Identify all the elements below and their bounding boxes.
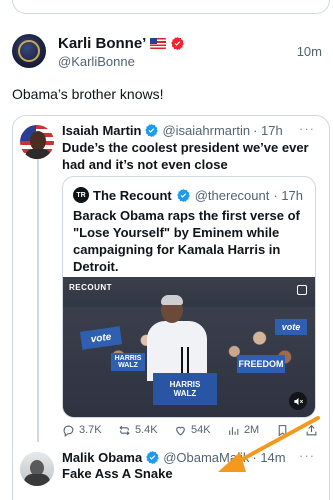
post-display-name-row[interactable]: Karli Bonne’ (58, 35, 185, 52)
inner-author-row: TR The Recount @therecount · 17h (73, 187, 303, 203)
inner-quoted-card[interactable]: TR The Recount @therecount · 17h Barack … (62, 176, 316, 418)
repost-button[interactable]: 5.4K (118, 424, 158, 437)
previous-card-border (12, 0, 330, 14)
reply-timestamp[interactable]: · 14m (252, 450, 285, 465)
video-sign-harris: HARRIS WALZ (111, 353, 145, 371)
post-handle[interactable]: @KarliBonne (58, 54, 135, 69)
action-bar: 3.7K 5.4K 54K 2M (62, 422, 318, 438)
views-count: 2M (243, 424, 260, 436)
bookmark-button[interactable] (276, 424, 289, 437)
reply-text: Fake Ass A Snake (62, 466, 173, 481)
video-sign-harris-line2: WALZ (118, 362, 138, 369)
verified-badge-icon (176, 188, 191, 203)
video-watermark: RECOUNT (69, 283, 113, 292)
post-author-row: Karli Bonne’ @KarliBonne 10m (12, 34, 322, 78)
share-icon (306, 424, 317, 435)
reply-button[interactable]: 3.7K (62, 424, 102, 437)
verified-badge-icon (170, 36, 185, 51)
video-sign-harris-line1: HARRIS (114, 355, 142, 362)
post-text: Obama’s brother knows! (12, 86, 164, 102)
avatar[interactable] (12, 34, 46, 68)
quoted-author-row: Isaiah Martin @isaiahrmartin · 17h (62, 123, 283, 138)
like-count: 54K (191, 424, 211, 436)
inner-handle[interactable]: @therecount (195, 188, 270, 203)
microphone-2 (187, 347, 189, 373)
previous-post-edge (0, 0, 333, 20)
quoted-avatar[interactable] (20, 125, 54, 159)
video-sign-vote-2: vote (275, 319, 307, 335)
verified-badge-icon (144, 123, 159, 138)
verified-badge-icon (145, 450, 160, 465)
quoted-display-name[interactable]: Isaiah Martin (62, 123, 141, 138)
recount-logo-icon[interactable]: TR (73, 187, 89, 203)
quoted-timestamp[interactable]: · 17h (253, 123, 283, 138)
like-button[interactable]: 54K (174, 424, 211, 437)
reply-avatar[interactable] (20, 452, 54, 486)
video-podium-sign: HARRIS WALZ (153, 373, 217, 405)
podium-line2: WALZ (173, 389, 197, 398)
quoted-handle[interactable]: @isaiahrmartin (162, 123, 250, 138)
post-display-name[interactable]: Karli Bonne’ (58, 35, 146, 52)
inner-display-name[interactable]: The Recount (93, 188, 172, 203)
video-player[interactable]: vote HARRIS WALZ vote FREEDOM HARRIS WAL… (63, 277, 315, 417)
views-button[interactable]: 2M (227, 424, 259, 437)
inner-text: Barack Obama raps the first verse of "Lo… (73, 208, 300, 274)
reply-author-row: Malik Obama @ObamaMalik · 14m (62, 450, 286, 465)
reply-icon (63, 425, 74, 437)
share-button[interactable] (305, 424, 318, 437)
speaker-body (147, 321, 207, 381)
views-chart-icon (229, 426, 239, 435)
reply-count: 3.7K (79, 424, 102, 436)
avatar-face (30, 131, 46, 151)
us-flag-icon (150, 38, 167, 49)
microphone (181, 347, 183, 373)
repost-icon (119, 425, 130, 435)
bookmark-icon (278, 424, 286, 436)
video-sign-freedom: FREEDOM (237, 355, 285, 373)
more-options-icon[interactable]: ··· (299, 448, 315, 463)
avatar-body (25, 149, 51, 159)
more-options-icon[interactable]: ··· (299, 121, 315, 136)
reply-display-name[interactable]: Malik Obama (62, 450, 142, 465)
heart-icon (176, 426, 185, 435)
repost-count: 5.4K (135, 424, 158, 436)
quoted-text: Dude’s the coolest president we’ve ever … (62, 140, 309, 172)
avatar-body (24, 474, 50, 486)
fullscreen-icon[interactable] (297, 285, 307, 295)
post-timestamp[interactable]: 10m (297, 44, 322, 59)
speaker-muted-icon[interactable] (289, 392, 307, 410)
speaker-hair (161, 295, 183, 305)
reply-handle[interactable]: @ObamaMalik (163, 450, 249, 465)
thread-line (37, 152, 39, 442)
avatar-ring (18, 40, 40, 62)
inner-timestamp[interactable]: · 17h (273, 188, 303, 203)
podium-line1: HARRIS (169, 380, 201, 389)
